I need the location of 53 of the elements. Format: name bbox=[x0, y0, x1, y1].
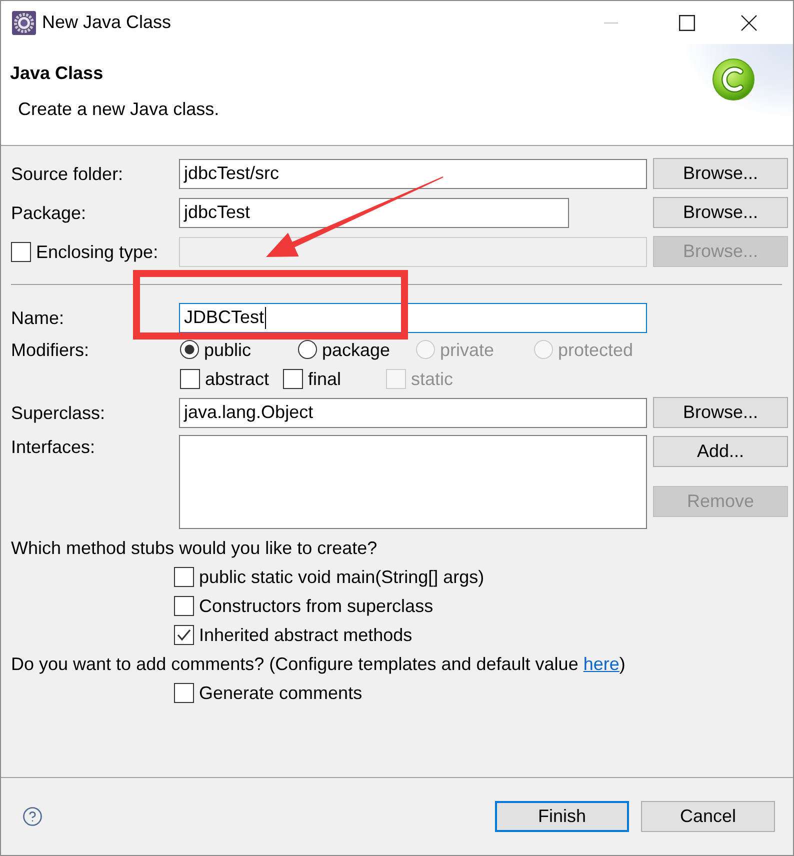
field-label: Package: bbox=[11, 202, 88, 224]
window-title: New Java Class bbox=[42, 12, 172, 33]
checkbox-label: static bbox=[411, 368, 454, 390]
field-label: Name: bbox=[11, 306, 66, 330]
checkbox[interactable] bbox=[174, 566, 194, 586]
field-label: Interfaces: bbox=[11, 436, 96, 459]
checkbox-label: public static void main(String[] args) bbox=[199, 566, 484, 588]
checkbox-label: Enclosing type: bbox=[36, 240, 158, 264]
here-link[interactable]: here bbox=[583, 654, 620, 674]
page-description: Create a new Java class. bbox=[17, 98, 220, 121]
checkbox-label: Constructors from superclass bbox=[199, 594, 434, 618]
close-icon bbox=[741, 14, 757, 30]
radio-button[interactable] bbox=[180, 340, 199, 359]
help-icon[interactable] bbox=[22, 806, 43, 827]
text-field[interactable]: jdbcTest bbox=[179, 198, 569, 228]
minimize-icon bbox=[604, 22, 618, 24]
radio-label: protected bbox=[558, 338, 634, 362]
checkbox-label: Generate comments bbox=[199, 682, 362, 704]
checkbox[interactable] bbox=[174, 682, 194, 702]
browse-button[interactable]: Browse... bbox=[653, 397, 788, 428]
text-field[interactable]: JDBCTest bbox=[179, 302, 647, 332]
radio-label: package bbox=[322, 338, 390, 362]
cancel-button[interactable]: Cancel bbox=[641, 801, 775, 832]
gear-icon bbox=[12, 10, 36, 34]
field-label: Modifiers: bbox=[11, 338, 90, 362]
c-ball-icon bbox=[712, 58, 755, 101]
finish-button[interactable]: Finish bbox=[495, 801, 629, 832]
interfaces-list[interactable] bbox=[179, 435, 647, 529]
text-field[interactable]: java.lang.Object bbox=[179, 398, 647, 428]
page-title: Java Class bbox=[10, 62, 104, 85]
checkbox[interactable] bbox=[283, 368, 303, 388]
text-cursor bbox=[265, 306, 266, 328]
close-button[interactable] bbox=[741, 14, 757, 30]
field-label: Superclass: bbox=[11, 402, 106, 424]
radio-button[interactable] bbox=[298, 340, 317, 359]
radio-label: private bbox=[440, 338, 494, 362]
checkbox-label: final bbox=[308, 368, 342, 390]
method-stubs-question: Which method stubs would you like to create? bbox=[11, 536, 378, 560]
add-button[interactable]: Add... bbox=[653, 436, 788, 467]
field-label: Source folder: bbox=[11, 162, 124, 186]
checkbox-label: Inherited abstract methods bbox=[199, 624, 412, 646]
maximize-icon bbox=[679, 14, 695, 30]
browse-button[interactable]: Browse... bbox=[653, 197, 788, 228]
checkbox-label: abstract bbox=[205, 368, 270, 390]
comments-question: Do you want to add comments? (Configure templates and default value here) bbox=[11, 652, 626, 676]
checkbox[interactable] bbox=[174, 596, 194, 616]
maximize-button[interactable] bbox=[679, 14, 695, 30]
checkmark-icon bbox=[177, 628, 191, 640]
radio-label: public bbox=[204, 338, 252, 362]
browse-button[interactable]: Browse... bbox=[653, 158, 788, 189]
checkbox[interactable] bbox=[180, 368, 200, 388]
checkbox[interactable] bbox=[174, 624, 194, 644]
text-field[interactable]: jdbcTest/src bbox=[179, 158, 647, 188]
